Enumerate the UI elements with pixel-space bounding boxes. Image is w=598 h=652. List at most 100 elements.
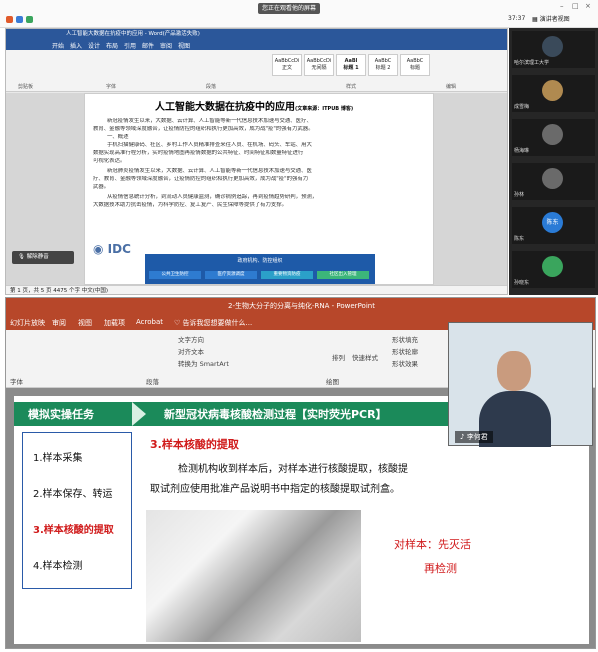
style-heading2[interactable]: AaBbC 标题 2 (368, 54, 398, 76)
section-title: 3.样本核酸的提取 (150, 438, 239, 451)
arrange-button[interactable]: 排列 (332, 352, 345, 362)
style-sample: AaBbCcDi (306, 58, 332, 64)
title-source-note: (文章来源：ITPUB 博客) (295, 106, 354, 112)
style-name: 无间隔 (311, 65, 327, 71)
participants-panel: 哈尔滨理工大学 成雪梅 杨海琳 孙林 陈东 陈东 孙晓东 (509, 28, 598, 295)
word-tab[interactable]: 插入 (70, 41, 82, 50)
step-item: 4.样本检测 (33, 561, 83, 572)
idc-cell: 社区出入管理 (317, 271, 369, 279)
word-tab[interactable]: 开始 (52, 41, 64, 50)
word-tab[interactable]: 引用 (124, 41, 136, 50)
style-sample: AaBl (344, 58, 358, 64)
ribbon-group-label: 字体 (10, 378, 23, 386)
style-sample: AaBbC (406, 58, 424, 64)
participant-tile[interactable]: 哈尔滨理工大学 (512, 31, 595, 68)
text-direction-button[interactable]: 文字方向 (178, 334, 204, 344)
tell-me-box[interactable]: ♡ 告诉我您想要做什么... (174, 318, 252, 328)
presenter-face (497, 351, 531, 391)
avatar (542, 124, 563, 145)
word-tab[interactable]: 设计 (88, 41, 100, 50)
banner-task-label: 模拟实操任务 (28, 408, 94, 421)
idc-cell: 重要物资防疫 (261, 271, 313, 279)
participant-name: 陈东 (514, 236, 525, 242)
mic-icon: 🎙 (18, 254, 25, 260)
ppt-tab[interactable]: 幻灯片放映 (10, 318, 45, 328)
word-tab[interactable]: 布局 (106, 41, 118, 50)
avatar (542, 168, 563, 189)
doc-paragraph-line: 武器。 (93, 184, 110, 190)
style-name: 正文 (281, 65, 292, 71)
presenter-name-tag: ♪ 李何君 (455, 431, 493, 443)
steps-list: 1.样本采集 2.样本保存、转运 3.样本核酸的提取 4.样本检测 (22, 432, 132, 589)
powerpoint-window: 2-生物大分子的分离与纯化-RNA - PowerPoint 幻灯片放映 审阅 … (5, 297, 596, 649)
presenter-name: 李何君 (466, 433, 488, 441)
doc-paragraph-line: 大数据技术助力抗击疫情，为科学防控、复工复产、民生保障等提供了有力支撑。 (93, 202, 288, 208)
participant-tile[interactable]: 孙林 (512, 163, 595, 200)
idc-cell: 医疗资源调度 (205, 271, 257, 279)
doc-paragraph-line: 数据实现高准行程分析，实时疫情地图再疫情数据的公共特征、时间特征和数量特征进行 (93, 150, 304, 156)
style-no-spacing[interactable]: AaBbCcDi 无间隔 (304, 54, 334, 76)
align-text-button[interactable]: 对齐文本 (178, 346, 204, 356)
ribbon-group-label: 字体 (106, 84, 117, 90)
ppt-tab[interactable]: Acrobat (136, 318, 163, 326)
style-title[interactable]: AaBbC 标题 (400, 54, 430, 76)
ribbon-group-label: 剪贴板 (18, 84, 34, 90)
participant-name: 哈尔滨理工大学 (514, 60, 550, 66)
tell-me-label: 告诉我您想要做什么... (182, 319, 253, 327)
style-name: 标题 2 (375, 65, 391, 71)
signal-icon (16, 16, 23, 23)
doc-paragraph-line: 教育、金融等领域深度融合，让疫情防控的组织和执行更加高效，成为战"疫"的强有力武… (93, 126, 314, 132)
participant-tile[interactable]: 孙晓东 (512, 251, 595, 288)
idc-header: 政府机构、防控组织 (237, 258, 283, 264)
word-title-bar: 人工智能大数据在抗疫中的应用 - Word(产品激活失败) (6, 29, 507, 40)
word-tab[interactable]: 审阅 (160, 41, 172, 50)
note-line: 再检测 (424, 562, 457, 575)
app-icon[interactable] (6, 16, 13, 23)
ppt-title-bar: 2-生物大分子的分离与纯化-RNA - PowerPoint (6, 298, 595, 315)
ppt-tab[interactable]: 加载项 (104, 318, 125, 328)
shape-effects-button[interactable]: 形状效果 (392, 358, 418, 368)
minimize-button[interactable]: – (560, 2, 564, 10)
unmute-label: 解除静音 (26, 254, 49, 260)
unmute-popup[interactable]: 🎙 解除静音 (12, 251, 74, 264)
security-icon[interactable] (26, 16, 33, 23)
maximize-button[interactable]: □ (572, 2, 579, 10)
word-ribbon-tabs: 开始 插入 设计 布局 引用 邮件 审阅 视图 (6, 40, 507, 50)
idc-cell: 公共卫生防控 (149, 271, 201, 279)
participant-tile[interactable]: 成雪梅 (512, 75, 595, 112)
idc-text: IDC (107, 242, 131, 256)
doc-paragraph-line: 可视化表达。 (93, 158, 126, 164)
idc-diagram: 政府机构、防控组织 公共卫生防控 医疗资源调度 重要物资防疫 社区出入管理 (145, 254, 375, 284)
body-text-line: 取试剂应使用批准产品说明书中指定的核酸提取试剂盒。 (150, 484, 400, 495)
document-title: 人工智能大数据在抗疫中的应用(文章来源：ITPUB 博客) (155, 98, 353, 113)
ppt-tab[interactable]: 视图 (78, 318, 92, 328)
doc-paragraph-line: 手机扫描健康码、社区、乡村工作人员精准排查来往人员、在机场、码头、车站、用大 (107, 142, 312, 148)
smartart-button[interactable]: 转换为 SmartArt (178, 358, 229, 368)
participant-tile[interactable]: 陈东 陈东 (512, 207, 595, 244)
style-name: 标题 (409, 65, 420, 71)
style-heading1[interactable]: AaBl 标题 1 (336, 54, 366, 76)
participant-name: 杨海琳 (514, 148, 530, 154)
doc-paragraph-line: 疗、教育、金融等领域深度融合，让疫情防控的组织和执行更加高效，成为战"疫"的强有… (93, 176, 309, 182)
banner-arrow (132, 402, 146, 426)
avatar: 陈东 (542, 212, 563, 233)
note-line: 对样本：先灭活 (394, 538, 471, 551)
shape-outline-button[interactable]: 形状轮廓 (392, 346, 418, 356)
word-tab[interactable]: 视图 (178, 41, 190, 50)
step-item: 1.样本采集 (33, 453, 83, 464)
participant-tile[interactable]: 杨海琳 (512, 119, 595, 156)
ribbon-group-label: 样式 (346, 84, 357, 90)
ppt-tab[interactable]: 审阅 (52, 318, 66, 328)
body-text-line: 检测机构收到样本后，对样本进行核酸提取，核酸提 (178, 464, 408, 475)
word-window: 人工智能大数据在抗疫中的应用 - Word(产品激活失败) 开始 插入 设计 布… (5, 28, 508, 295)
document-page[interactable]: 人工智能大数据在抗疫中的应用(文章来源：ITPUB 博客) 新冠疫情发生以来，大… (84, 93, 434, 285)
style-normal[interactable]: AaBbCcDi 正文 (272, 54, 302, 76)
shape-fill-button[interactable]: 形状填充 (392, 334, 418, 344)
participant-name: 成雪梅 (514, 104, 530, 110)
word-tab[interactable]: 邮件 (142, 41, 154, 50)
speaker-view-button[interactable]: ▦ 演讲者视图 (532, 14, 570, 23)
banner-process-title: 新型冠状病毒核酸检测过程【实时荧光PCR】 (164, 408, 387, 421)
close-button[interactable]: × (585, 2, 591, 10)
quick-styles-button[interactable]: 快速样式 (352, 352, 378, 362)
style-name: 标题 1 (343, 65, 359, 71)
